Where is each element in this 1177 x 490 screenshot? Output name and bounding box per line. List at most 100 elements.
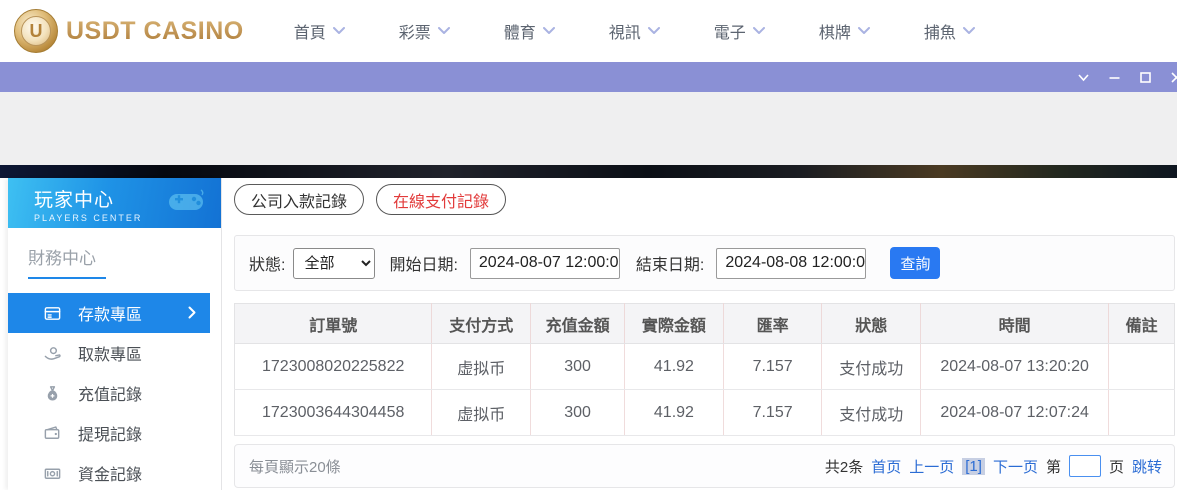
chevron-down-icon	[648, 27, 660, 35]
nav-item-label: 視訊	[609, 19, 641, 43]
collapse-chevron-icon[interactable]	[1076, 70, 1090, 84]
sidebar-item-deposit-zone[interactable]: 存款專區	[8, 293, 210, 333]
end-date-input[interactable]	[716, 248, 866, 279]
sidebar-item-funds-records[interactable]: 資金記錄	[8, 453, 221, 490]
sidebar-header: 玩家中心 PLAYERS CENTER	[8, 178, 221, 228]
sidebar-menu: 存款專區 取款專區 充值記錄 提現記錄	[8, 293, 221, 490]
end-date-label: 結束日期:	[636, 251, 704, 275]
gamepad-icon	[165, 186, 207, 216]
col-remark: 備註	[1109, 304, 1175, 344]
nav-item-home[interactable]: 首頁	[294, 19, 345, 43]
total-count-text: 共2条	[825, 456, 863, 477]
nav-item-label: 棋牌	[819, 19, 851, 43]
table-row: 1723003644304458 虚拟币 300 41.92 7.157 支付成…	[235, 390, 1175, 436]
page-size-text: 每頁顯示20條	[249, 456, 341, 477]
empty-banner-area	[0, 92, 1177, 165]
logo-ball-icon: U	[14, 9, 58, 53]
next-page-link[interactable]: 下一页	[993, 456, 1038, 477]
pagination-bar: 每頁顯示20條 共2条 首页 上一页 [1] 下一页 第 页 跳转	[234, 444, 1175, 488]
nav-item-label: 體育	[504, 19, 536, 43]
start-date-label: 開始日期:	[389, 251, 457, 275]
main-nav: 首頁 彩票 體育 視訊 電子 棋牌 捕魚	[294, 19, 975, 43]
close-icon[interactable]	[1169, 70, 1177, 84]
logo-letter: U	[30, 21, 43, 42]
wallet-icon	[42, 423, 62, 443]
col-time: 時間	[921, 304, 1109, 344]
cell-order-number: 1723003644304458	[235, 390, 432, 436]
cell-recharge-amount: 300	[531, 390, 625, 436]
player-center-sidebar: 玩家中心 PLAYERS CENTER 財務中心 存款專區	[8, 178, 222, 490]
tab-company-deposit-records[interactable]: 公司入款記錄	[234, 184, 364, 215]
first-page-link[interactable]: 首页	[871, 456, 901, 477]
nav-item-lottery[interactable]: 彩票	[399, 19, 450, 43]
brand-logo[interactable]: U USDT CASINO	[0, 9, 244, 53]
nav-item-label: 電子	[714, 19, 746, 43]
nav-item-label: 捕魚	[924, 19, 956, 43]
cell-time: 2024-08-07 13:20:20	[921, 344, 1109, 390]
col-recharge-amount: 充值金額	[531, 304, 625, 344]
jump-prefix-label: 第	[1046, 456, 1061, 477]
cell-time: 2024-08-07 12:07:24	[921, 390, 1109, 436]
tab-online-payment-records[interactable]: 在線支付記錄	[376, 184, 506, 215]
chevron-down-icon	[543, 27, 555, 35]
nav-item-slots[interactable]: 電子	[714, 19, 765, 43]
chevron-down-icon	[963, 27, 975, 35]
content-area: 玩家中心 PLAYERS CENTER 財務中心 存款專區	[0, 178, 1177, 490]
cell-remark	[1109, 344, 1175, 390]
cell-order-number: 1723008020225822	[235, 344, 432, 390]
sidebar-item-withdrawal-records[interactable]: 提現記錄	[8, 413, 221, 453]
col-payment-method: 支付方式	[432, 304, 531, 344]
sidebar-item-recharge-records[interactable]: 充值記錄	[8, 373, 221, 413]
nav-item-sports[interactable]: 體育	[504, 19, 555, 43]
prev-page-link[interactable]: 上一页	[909, 456, 954, 477]
minimize-icon[interactable]	[1107, 70, 1121, 84]
filter-bar: 狀態: 全部 開始日期: 結束日期: 查詢	[234, 235, 1175, 291]
page-jump-input[interactable]	[1069, 455, 1101, 477]
search-button[interactable]: 查詢	[890, 247, 940, 279]
pagination-controls: 共2条 首页 上一页 [1] 下一页 第 页 跳转	[825, 455, 1162, 477]
cell-exchange-rate: 7.157	[723, 344, 822, 390]
chevron-down-icon	[438, 27, 450, 35]
table-header-row: 訂單號 支付方式 充值金額 實際金額 匯率 狀態 時間 備註	[235, 304, 1175, 344]
sidebar-item-label: 存款專區	[78, 301, 142, 325]
nav-item-live[interactable]: 視訊	[609, 19, 660, 43]
cell-payment-method: 虚拟币	[432, 390, 531, 436]
chevron-down-icon	[753, 27, 765, 35]
table-row: 1723008020225822 虚拟币 300 41.92 7.157 支付成…	[235, 344, 1175, 390]
top-navbar: U USDT CASINO 首頁 彩票 體育 視訊 電子 棋牌 捕魚	[0, 0, 1177, 62]
deposit-card-icon	[42, 303, 62, 323]
status-select[interactable]: 全部	[293, 248, 375, 279]
nav-item-fishing[interactable]: 捕魚	[924, 19, 975, 43]
cell-status: 支付成功	[822, 344, 921, 390]
col-status: 狀態	[822, 304, 921, 344]
nav-item-label: 彩票	[399, 19, 431, 43]
cell-exchange-rate: 7.157	[723, 390, 822, 436]
nav-item-board-games[interactable]: 棋牌	[819, 19, 870, 43]
jump-action-link[interactable]: 跳转	[1132, 456, 1162, 477]
cell-status: 支付成功	[822, 390, 921, 436]
maximize-icon[interactable]	[1138, 70, 1152, 84]
sidebar-item-withdraw-zone[interactable]: 取款專區	[8, 333, 221, 373]
chevron-right-icon	[188, 306, 196, 319]
money-bag-icon	[42, 383, 62, 403]
sidebar-item-label: 取款專區	[78, 341, 142, 365]
cell-actual-amount: 41.92	[625, 344, 724, 390]
col-exchange-rate: 匯率	[723, 304, 822, 344]
jump-suffix-label: 页	[1109, 456, 1124, 477]
window-titlebar	[0, 62, 1177, 92]
cell-payment-method: 虚拟币	[432, 344, 531, 390]
col-order-number: 訂單號	[235, 304, 432, 344]
payment-records-table: 訂單號 支付方式 充值金額 實際金額 匯率 狀態 時間 備註 172300802…	[234, 303, 1175, 436]
nav-item-label: 首頁	[294, 19, 326, 43]
current-page-badge: [1]	[962, 458, 985, 475]
funds-note-icon	[42, 463, 62, 483]
withdraw-hand-icon	[42, 343, 62, 363]
start-date-input[interactable]	[470, 248, 620, 279]
col-actual-amount: 實際金額	[625, 304, 724, 344]
sidebar-item-label: 充值記錄	[78, 381, 142, 405]
sidebar-section: 財務中心	[8, 228, 221, 279]
dark-divider-strip	[0, 165, 1177, 178]
sidebar-item-label: 提現記錄	[78, 421, 142, 445]
status-label: 狀態:	[249, 251, 285, 275]
sidebar-item-label: 資金記錄	[78, 461, 142, 485]
